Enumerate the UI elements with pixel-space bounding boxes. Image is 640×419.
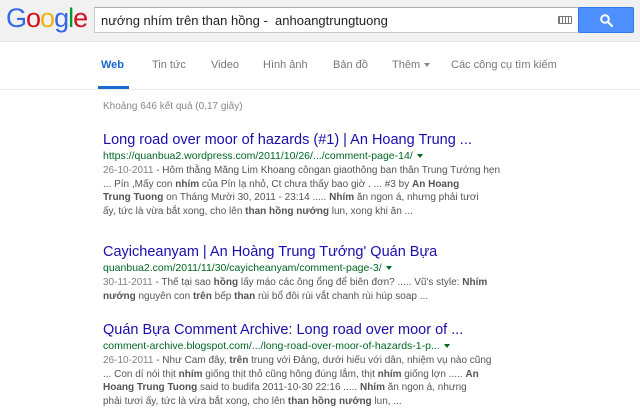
result-stats: Khoảng 646 kết quả (0,17 giây): [103, 101, 243, 112]
highlight-keyword: hồng: [213, 277, 239, 288]
highlight-keyword: Nhím: [359, 382, 385, 393]
snippet-line: Trung Tuong on Tháng Mười 30, 2011 - 23:…: [103, 191, 623, 205]
snippet-text: rùi bổ đôi rùi vắt chanh rùi húp soap ..…: [255, 290, 429, 302]
highlight-keyword: nhím: [377, 368, 402, 380]
highlight-keyword: than hồng nướng: [287, 395, 372, 407]
active-tab-indicator: [98, 86, 129, 89]
snippet-line: 26-10-2011 - Hôm thằng Măng Lim Khoang c…: [103, 164, 623, 178]
result-url-text: https://quanbua2.wordpress.com/2011/10/2…: [103, 150, 413, 162]
tab-more[interactable]: Thêm: [392, 59, 431, 71]
snippet-text: - Thế tại sao: [152, 277, 214, 288]
snippet-text: giống lợn .....: [401, 368, 466, 380]
snippet-text: của Pín lạ nhỏ, Ct chưa thấy bao giờ . .…: [199, 178, 412, 190]
snippet-line: 26-10-2011 - Như Cam đây, trên trung với…: [103, 354, 623, 368]
logo-letter: G: [6, 3, 27, 33]
highlight-keyword: nhím: [175, 178, 200, 190]
tab-news[interactable]: Tin tức: [152, 59, 186, 71]
highlight-keyword: trên: [229, 355, 249, 366]
highlight-keyword: than hồng nướng: [245, 205, 329, 217]
highlight-keyword: An Hoang: [411, 178, 460, 190]
snippet-line: 30-11-2011 - Thế tại sao hồng lấy máo cá…: [103, 276, 623, 290]
logo-letter: g: [54, 3, 69, 33]
highlight-keyword: Nhím: [462, 277, 488, 288]
result-title-link[interactable]: Long road over moor of hazards (#1) | An…: [103, 132, 623, 148]
snippet-line: phải tươi ấy, tức là vừa bắt xong, cho l…: [103, 395, 623, 409]
snippet-text: phải tươi ấy, tức là vừa bắt xong, cho l…: [103, 395, 288, 407]
result-title-link[interactable]: Cayicheanyam | An Hoàng Trung Tướng' Quá…: [103, 244, 623, 260]
tab-more-label: Thêm: [392, 59, 421, 71]
search-result: Cayicheanyam | An Hoàng Trung Tướng' Quá…: [103, 244, 623, 303]
snippet-text: nguyên con: [135, 290, 193, 302]
highlight-keyword: Nhím: [329, 192, 355, 203]
highlight-keyword: nhím: [178, 368, 203, 380]
snippet-text: ... Con dí nói thịt: [103, 368, 179, 380]
snippet-text: said to budifa 2011-10-30 22:16 .....: [197, 382, 360, 393]
highlight-keyword: Hoang Trung Tuong: [103, 382, 198, 393]
result-snippet: 26-10-2011 - Hôm thằng Măng Lim Khoang c…: [103, 164, 623, 218]
result-date: 30-11-2011: [103, 277, 153, 288]
result-url: quanbua2.com/2011/11/30/cayicheanyam/com…: [103, 262, 623, 274]
search-tabs: Web Tin tức Video Hình ảnh Bản đồ Thêm C…: [0, 42, 640, 90]
tab-maps[interactable]: Bản đồ: [333, 59, 368, 71]
tab-web[interactable]: Web: [101, 59, 124, 71]
result-snippet: 26-10-2011 - Như Cam đây, trên trung với…: [103, 354, 623, 408]
result-url: comment-archive.blogspot.com/.../long-ro…: [103, 340, 623, 352]
snippet-line: ... Pín ,Mấy con nhím của Pín lạ nhỏ, Ct…: [103, 178, 623, 192]
search-icon: [600, 14, 613, 27]
logo-letter: o: [40, 3, 55, 33]
snippet-text: trung với Đảng, dưới hiếu với dân, nhiệm…: [248, 355, 492, 366]
tab-search-tools[interactable]: Các công cụ tìm kiếm: [451, 59, 557, 71]
logo-letter: o: [26, 3, 41, 33]
search-result: Quán Bựa Comment Archive: Long road over…: [103, 322, 623, 408]
logo-letter: e: [73, 3, 88, 33]
highlight-keyword: An: [465, 368, 479, 380]
result-url-text: comment-archive.blogspot.com/.../long-ro…: [103, 340, 440, 352]
highlight-keyword: trên: [192, 290, 212, 302]
snippet-text: giống thịt thỏ cũng hông đúng lắm, thịt: [202, 368, 378, 380]
snippet-text: - Hôm thằng Măng Lim Khoang côngan giaot…: [153, 165, 501, 176]
keyboard-icon[interactable]: [558, 16, 572, 24]
chevron-down-icon: [424, 63, 431, 68]
dropdown-arrow-icon[interactable]: [385, 266, 392, 271]
search-box[interactable]: [94, 7, 579, 33]
snippet-line: ... Con dí nói thịt nhím giống thịt thỏ …: [103, 368, 623, 382]
snippet-text: ... Pín ,Mấy con: [103, 178, 176, 190]
highlight-keyword: than: [234, 290, 256, 302]
snippet-text: lun, xong khi ăn ...: [328, 205, 413, 217]
snippet-text: - Như Cam đây,: [153, 355, 230, 366]
search-button[interactable]: [578, 7, 634, 33]
result-url-text: quanbua2.com/2011/11/30/cayicheanyam/com…: [103, 262, 382, 274]
google-logo[interactable]: Google: [6, 3, 88, 34]
snippet-text: ăn ngon á, nhưng phải tươi: [354, 192, 479, 203]
snippet-text: ăn ngon á, nhưng: [384, 382, 467, 393]
snippet-text: bếp: [211, 290, 235, 302]
highlight-keyword: Trung Tuong: [103, 192, 164, 203]
dropdown-arrow-icon[interactable]: [443, 344, 450, 349]
dropdown-arrow-icon[interactable]: [416, 154, 423, 159]
result-date: 26-10-2011: [103, 165, 154, 176]
snippet-line: Hoang Trung Tuong said to budifa 2011-10…: [103, 381, 623, 395]
highlight-keyword: nướng: [103, 290, 136, 302]
snippet-text: lun, ...: [371, 395, 402, 407]
tab-video[interactable]: Video: [211, 59, 239, 71]
snippet-text: on Tháng Mười 30, 2011 - 23:14 .....: [163, 192, 330, 203]
header: Google: [0, 0, 640, 42]
snippet-line: nướng nguyên con trên bếp than rùi bổ đô…: [103, 290, 623, 304]
snippet-text: lấy máo các ông ổng để biên đơn? ..... V…: [238, 277, 463, 288]
search-result: Long road over moor of hazards (#1) | An…: [103, 132, 623, 218]
result-snippet: 30-11-2011 - Thế tại sao hồng lấy máo cá…: [103, 276, 623, 303]
tab-images[interactable]: Hình ảnh: [263, 59, 308, 71]
result-url: https://quanbua2.wordpress.com/2011/10/2…: [103, 150, 623, 162]
result-date: 26-10-2011: [103, 355, 154, 366]
search-input[interactable]: [101, 11, 541, 29]
snippet-line: ấy, tức là vừa bắt xong, cho lên than hồ…: [103, 205, 623, 219]
result-title-link[interactable]: Quán Bựa Comment Archive: Long road over…: [103, 322, 623, 338]
snippet-text: ấy, tức là vừa bắt xong, cho lên: [103, 205, 246, 217]
